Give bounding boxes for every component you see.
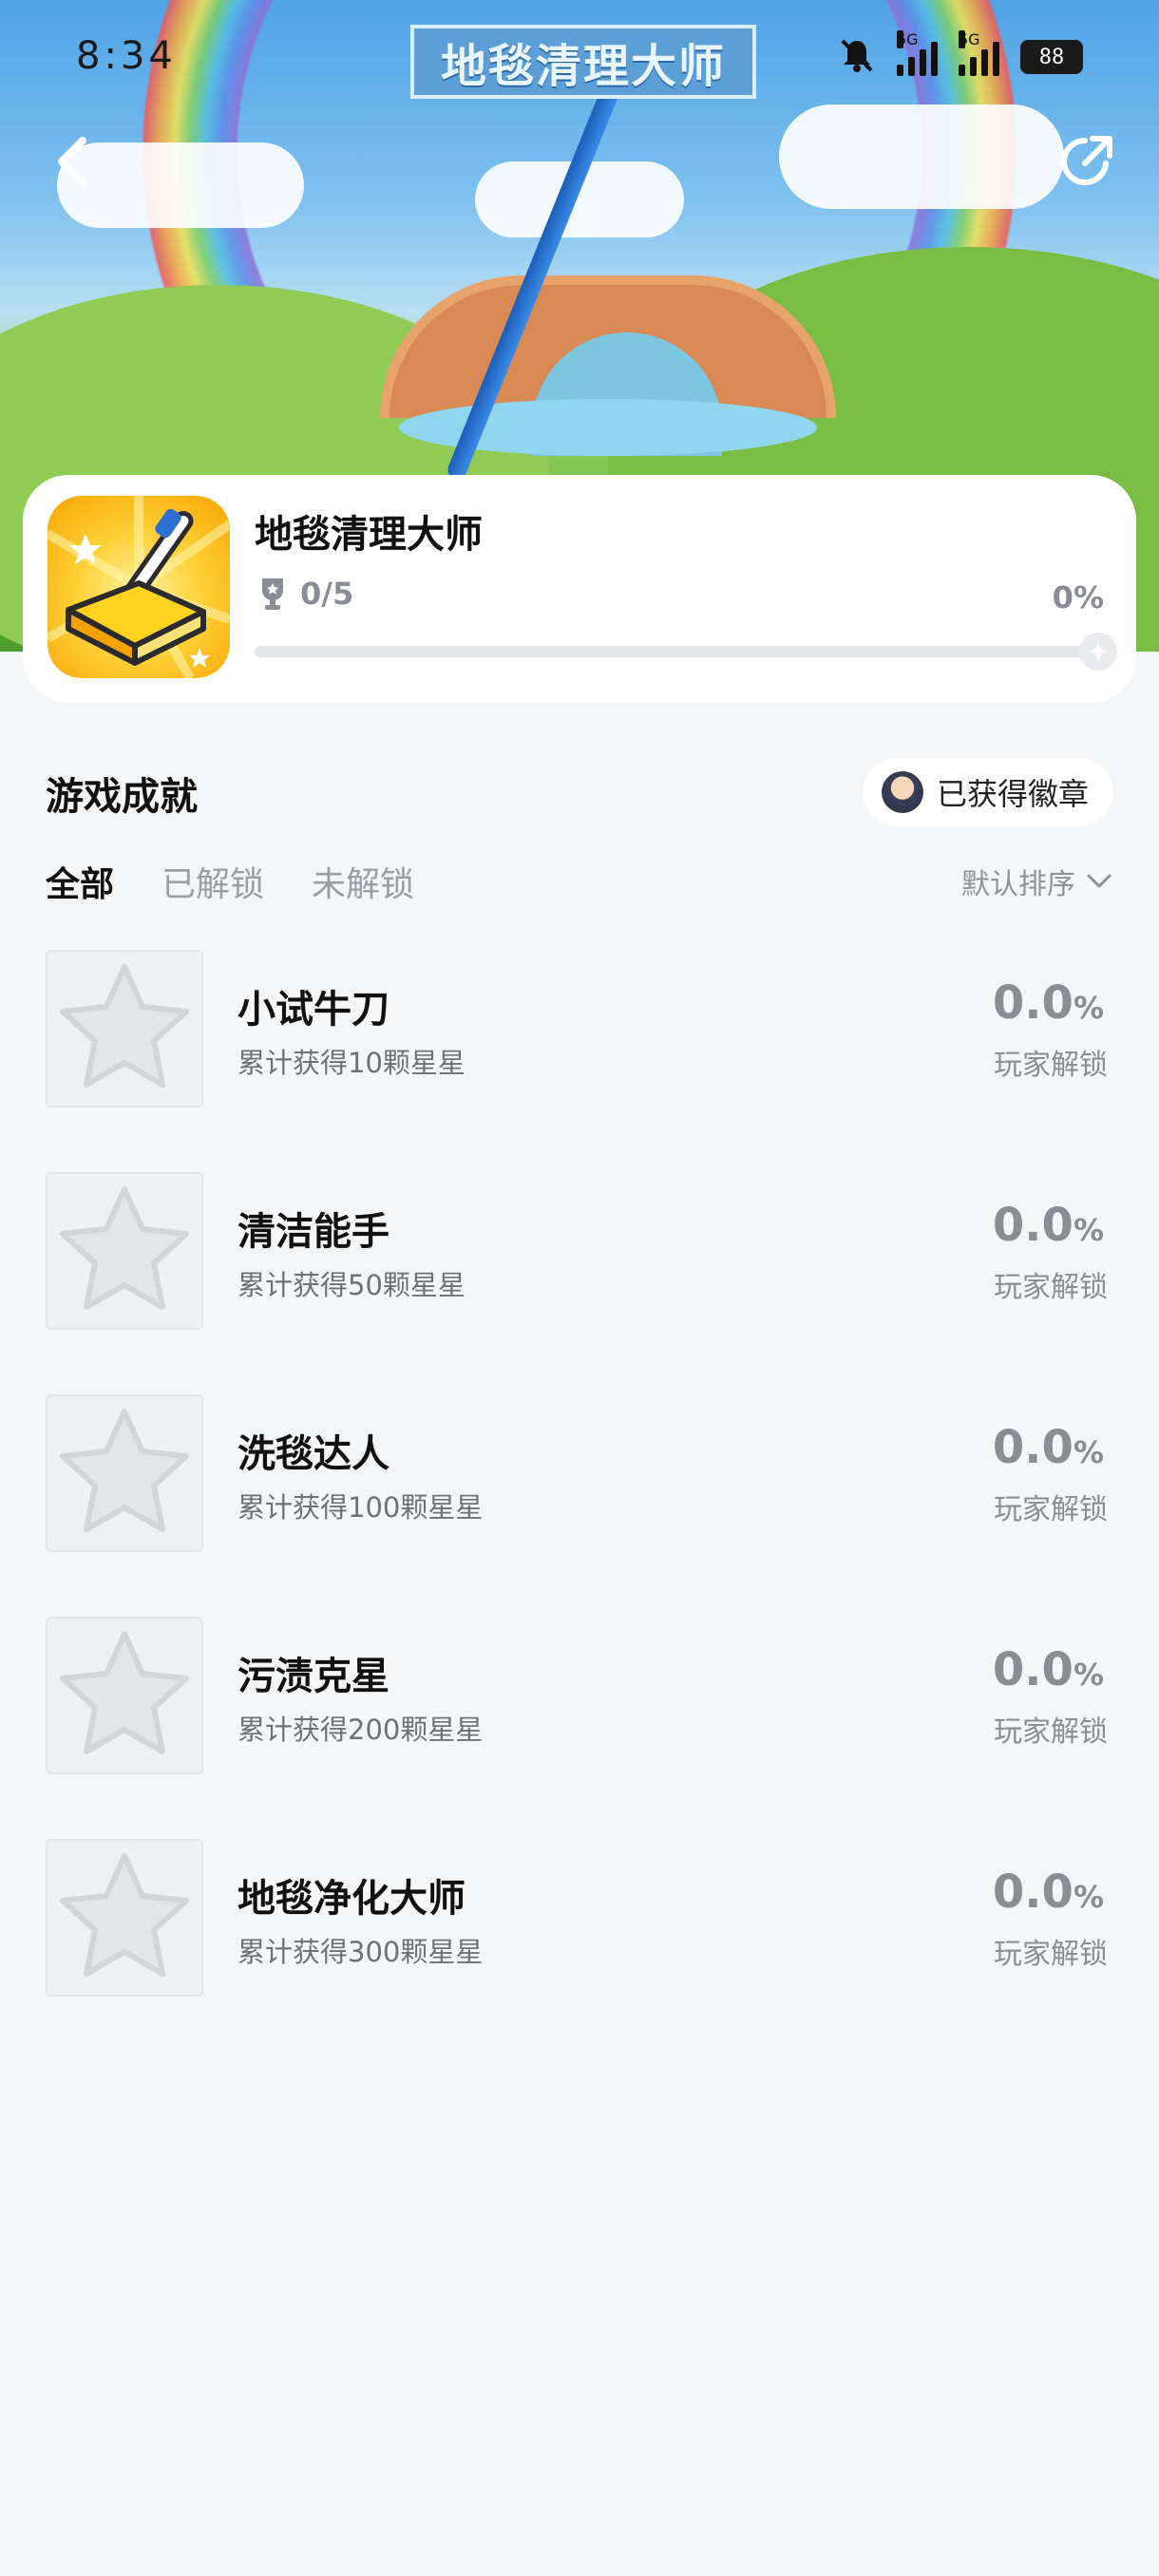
percent-value: 0.0 <box>992 1866 1074 1919</box>
status-icons: 5G 5G 88 <box>838 30 1083 78</box>
achievement-percent: 0.0% <box>993 1421 1104 1474</box>
trophy-count: 0/5 <box>300 576 354 612</box>
sparkle-icon <box>1087 640 1110 663</box>
percent-unit: % <box>1073 1212 1104 1248</box>
game-title: 地毯清理大师 <box>255 513 483 557</box>
star-icon <box>60 1631 189 1754</box>
achievement-unlock-label: 玩家解锁 <box>994 1271 1108 1304</box>
back-button[interactable] <box>34 123 110 199</box>
achievement-percent: 0.0% <box>993 976 1104 1030</box>
completion-percent: 0% <box>1052 579 1104 616</box>
filter-tabs: 全部 已解锁 未解锁 <box>46 857 414 906</box>
achievement-thumbnail <box>46 950 203 1108</box>
sort-label: 默认排序 <box>961 868 1075 901</box>
tab-all[interactable]: 全部 <box>46 857 114 906</box>
star-icon <box>60 964 189 1088</box>
achievement-name: 地毯净化大师 <box>238 1877 466 1921</box>
achievement-percent: 0.0% <box>993 1199 1104 1252</box>
achievement-item[interactable]: 清洁能手 累计获得50颗星星 0.0% 玩家解锁 <box>46 1172 1113 1330</box>
cloud-decoration <box>779 104 1064 209</box>
percent-unit: % <box>1073 990 1104 1026</box>
status-time: 8:34 <box>76 34 177 78</box>
game-app-icon <box>48 496 230 678</box>
progress-knob <box>1079 633 1117 671</box>
share-icon <box>1061 136 1112 185</box>
chevron-down-icon <box>1087 874 1112 888</box>
network-type: 5G <box>897 30 919 48</box>
achievement-description: 累计获得200颗星星 <box>238 1714 484 1746</box>
status-bar: 8:34 5G 5G 88 <box>0 0 1159 114</box>
achievement-unlock-label: 玩家解锁 <box>994 1049 1108 1082</box>
achievement-thumbnail <box>46 1172 203 1330</box>
achievement-name: 污渍克星 <box>238 1655 390 1698</box>
achievement-percent: 0.0% <box>993 1866 1104 1919</box>
percent-unit: % <box>1073 1434 1104 1470</box>
achievement-name: 清洁能手 <box>238 1210 390 1254</box>
achievement-description: 累计获得50颗星星 <box>238 1269 466 1301</box>
network-type: 5G <box>959 30 980 48</box>
signal-strength-icon: 5G <box>959 30 999 76</box>
battery-icon: 88 <box>1020 40 1083 74</box>
section-title: 游戏成就 <box>46 775 198 819</box>
percent-value: 0.0 <box>992 1199 1074 1252</box>
badge-avatar <box>881 771 923 813</box>
completion-progress-bar <box>255 633 1117 671</box>
achievement-unlock-label: 玩家解锁 <box>994 1938 1108 1971</box>
percent-value: 0.0 <box>992 976 1074 1030</box>
signal-strength-icon: 5G <box>897 30 938 76</box>
percent-value: 0.0 <box>992 1643 1074 1696</box>
achievement-unlock-label: 玩家解锁 <box>994 1715 1108 1749</box>
trophy-icon <box>262 578 283 610</box>
bell-muted-icon <box>838 36 876 78</box>
trophy-progress: 0/5 <box>258 576 353 612</box>
game-info-card: 地毯清理大师 0/5 0% <box>23 475 1136 703</box>
percent-value: 0.0 <box>992 1421 1074 1474</box>
achievement-percent: 0.0% <box>993 1643 1104 1696</box>
achievement-description: 累计获得10颗星星 <box>238 1047 466 1079</box>
achievement-thumbnail <box>46 1617 203 1774</box>
tab-locked[interactable]: 未解锁 <box>312 857 414 906</box>
star-icon <box>60 1853 189 1977</box>
achievement-name: 洗毯达人 <box>238 1432 390 1476</box>
earned-badges-button[interactable]: 已获得徽章 <box>862 758 1113 826</box>
achievement-name: 小试牛刀 <box>238 988 390 1032</box>
achievement-item[interactable]: 小试牛刀 累计获得10颗星星 0.0% 玩家解锁 <box>46 950 1113 1108</box>
achievement-item[interactable]: 洗毯达人 累计获得100颗星星 0.0% 玩家解锁 <box>46 1394 1113 1552</box>
share-button[interactable] <box>1049 123 1125 199</box>
achievement-thumbnail <box>46 1394 203 1552</box>
star-icon <box>60 1186 189 1310</box>
achievement-unlock-label: 玩家解锁 <box>994 1493 1108 1526</box>
star-icon <box>60 1409 189 1532</box>
achievement-item[interactable]: 污渍克星 累计获得200颗星星 0.0% 玩家解锁 <box>46 1617 1113 1774</box>
achievement-description: 累计获得300颗星星 <box>238 1936 484 1968</box>
percent-unit: % <box>1073 1657 1104 1693</box>
achievement-item[interactable]: 地毯净化大师 累计获得300颗星星 0.0% 玩家解锁 <box>46 1839 1113 1997</box>
achievement-thumbnail <box>46 1839 203 1997</box>
chevron-left-icon <box>58 137 86 186</box>
earned-badges-label: 已获得徽章 <box>936 776 1089 812</box>
percent-unit: % <box>1073 1879 1104 1915</box>
sort-dropdown[interactable]: 默认排序 <box>961 861 1112 902</box>
achievement-description: 累计获得100颗星星 <box>238 1491 484 1524</box>
tab-unlocked[interactable]: 已解锁 <box>162 857 264 906</box>
